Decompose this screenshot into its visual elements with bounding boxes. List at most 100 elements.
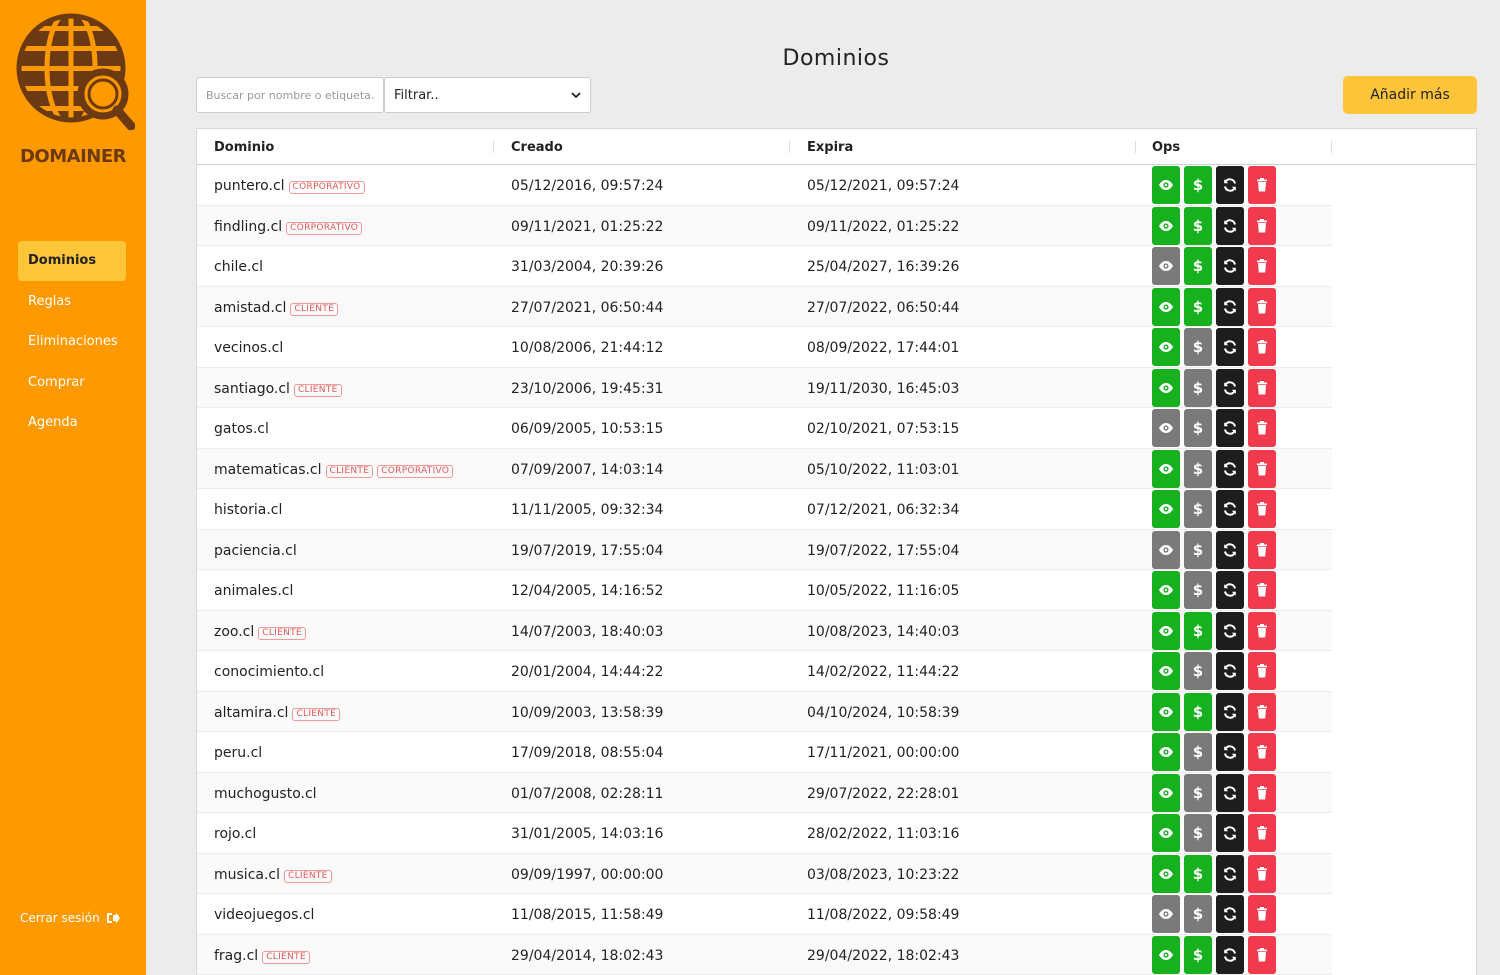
delete-button[interactable] [1248,247,1276,285]
renew-button[interactable] [1216,895,1244,933]
domain-name[interactable]: frag.cl [214,948,258,964]
sidebar-item-eliminaciones[interactable]: Eliminaciones [18,322,126,362]
view-button[interactable] [1152,166,1180,204]
pay-button[interactable]: $ [1184,328,1212,366]
renew-button[interactable] [1216,854,1244,893]
renew-button[interactable] [1216,490,1244,528]
view-button[interactable] [1152,611,1180,650]
search-input[interactable] [196,77,384,113]
pay-button[interactable]: $ [1184,287,1212,326]
view-button[interactable] [1152,854,1180,893]
view-button[interactable] [1152,814,1180,852]
delete-button[interactable] [1248,854,1276,893]
column-header-expira[interactable]: Expira [807,129,853,165]
domain-name[interactable]: findling.cl [214,219,282,235]
delete-button[interactable] [1248,611,1276,650]
pay-button[interactable]: $ [1184,692,1212,731]
domain-name[interactable]: puntero.cl [214,178,285,194]
sidebar-item-reglas[interactable]: Reglas [18,282,126,322]
pay-button[interactable]: $ [1184,814,1212,852]
delete-button[interactable] [1248,287,1276,326]
pay-button[interactable]: $ [1184,368,1212,407]
view-button[interactable] [1152,368,1180,407]
domain-name[interactable]: paciencia.cl [214,543,297,559]
column-header-creado[interactable]: Creado [511,129,563,165]
renew-button[interactable] [1216,368,1244,407]
domain-name[interactable]: santiago.cl [214,381,290,397]
domain-name[interactable]: animales.cl [214,583,293,599]
delete-button[interactable] [1248,449,1276,488]
domain-name[interactable]: matematicas.cl [214,462,322,478]
sidebar-item-dominios[interactable]: Dominios [18,241,126,281]
renew-button[interactable] [1216,611,1244,650]
delete-button[interactable] [1248,935,1276,974]
pay-button[interactable]: $ [1184,490,1212,528]
filter-select[interactable]: Filtrar.. [384,77,591,113]
view-button[interactable] [1152,652,1180,690]
delete-button[interactable] [1248,166,1276,204]
delete-button[interactable] [1248,328,1276,366]
domain-name[interactable]: muchogusto.cl [214,786,317,802]
renew-button[interactable] [1216,935,1244,974]
domain-name[interactable]: amistad.cl [214,300,286,316]
pay-button[interactable]: $ [1184,449,1212,488]
domain-name[interactable]: altamira.cl [214,705,288,721]
add-more-button[interactable]: Añadir más [1343,76,1477,114]
view-button[interactable] [1152,895,1180,933]
view-button[interactable] [1152,206,1180,245]
view-button[interactable] [1152,571,1180,609]
delete-button[interactable] [1248,409,1276,447]
pay-button[interactable]: $ [1184,895,1212,933]
pay-button[interactable]: $ [1184,166,1212,204]
pay-button[interactable]: $ [1184,571,1212,609]
column-header-dominio[interactable]: Dominio [214,129,274,165]
domain-name[interactable]: vecinos.cl [214,340,283,356]
view-button[interactable] [1152,449,1180,488]
renew-button[interactable] [1216,530,1244,569]
delete-button[interactable] [1248,652,1276,690]
renew-button[interactable] [1216,652,1244,690]
view-button[interactable] [1152,287,1180,326]
globe-search-logo-icon[interactable] [11,6,135,130]
renew-button[interactable] [1216,206,1244,245]
pay-button[interactable]: $ [1184,854,1212,893]
renew-button[interactable] [1216,733,1244,771]
renew-button[interactable] [1216,409,1244,447]
domain-name[interactable]: historia.cl [214,502,282,518]
view-button[interactable] [1152,247,1180,285]
renew-button[interactable] [1216,449,1244,488]
renew-button[interactable] [1216,247,1244,285]
sidebar-item-comprar[interactable]: Comprar [18,363,126,403]
pay-button[interactable]: $ [1184,773,1212,812]
delete-button[interactable] [1248,814,1276,852]
pay-button[interactable]: $ [1184,409,1212,447]
domain-name[interactable]: gatos.cl [214,421,269,437]
delete-button[interactable] [1248,733,1276,771]
domain-name[interactable]: peru.cl [214,745,262,761]
renew-button[interactable] [1216,287,1244,326]
view-button[interactable] [1152,328,1180,366]
domain-name[interactable]: rojo.cl [214,826,256,842]
view-button[interactable] [1152,530,1180,569]
pay-button[interactable]: $ [1184,611,1212,650]
logout-button[interactable]: Cerrar sesión [20,911,120,925]
delete-button[interactable] [1248,773,1276,812]
view-button[interactable] [1152,773,1180,812]
domain-name[interactable]: zoo.cl [214,624,254,640]
pay-button[interactable]: $ [1184,733,1212,771]
pay-button[interactable]: $ [1184,206,1212,245]
domain-name[interactable]: videojuegos.cl [214,907,314,923]
pay-button[interactable]: $ [1184,247,1212,285]
renew-button[interactable] [1216,328,1244,366]
view-button[interactable] [1152,935,1180,974]
domain-name[interactable]: musica.cl [214,867,280,883]
renew-button[interactable] [1216,773,1244,812]
domain-name[interactable]: conocimiento.cl [214,664,324,680]
delete-button[interactable] [1248,490,1276,528]
delete-button[interactable] [1248,895,1276,933]
renew-button[interactable] [1216,692,1244,731]
sidebar-item-agenda[interactable]: Agenda [18,403,126,443]
view-button[interactable] [1152,692,1180,731]
renew-button[interactable] [1216,814,1244,852]
view-button[interactable] [1152,490,1180,528]
